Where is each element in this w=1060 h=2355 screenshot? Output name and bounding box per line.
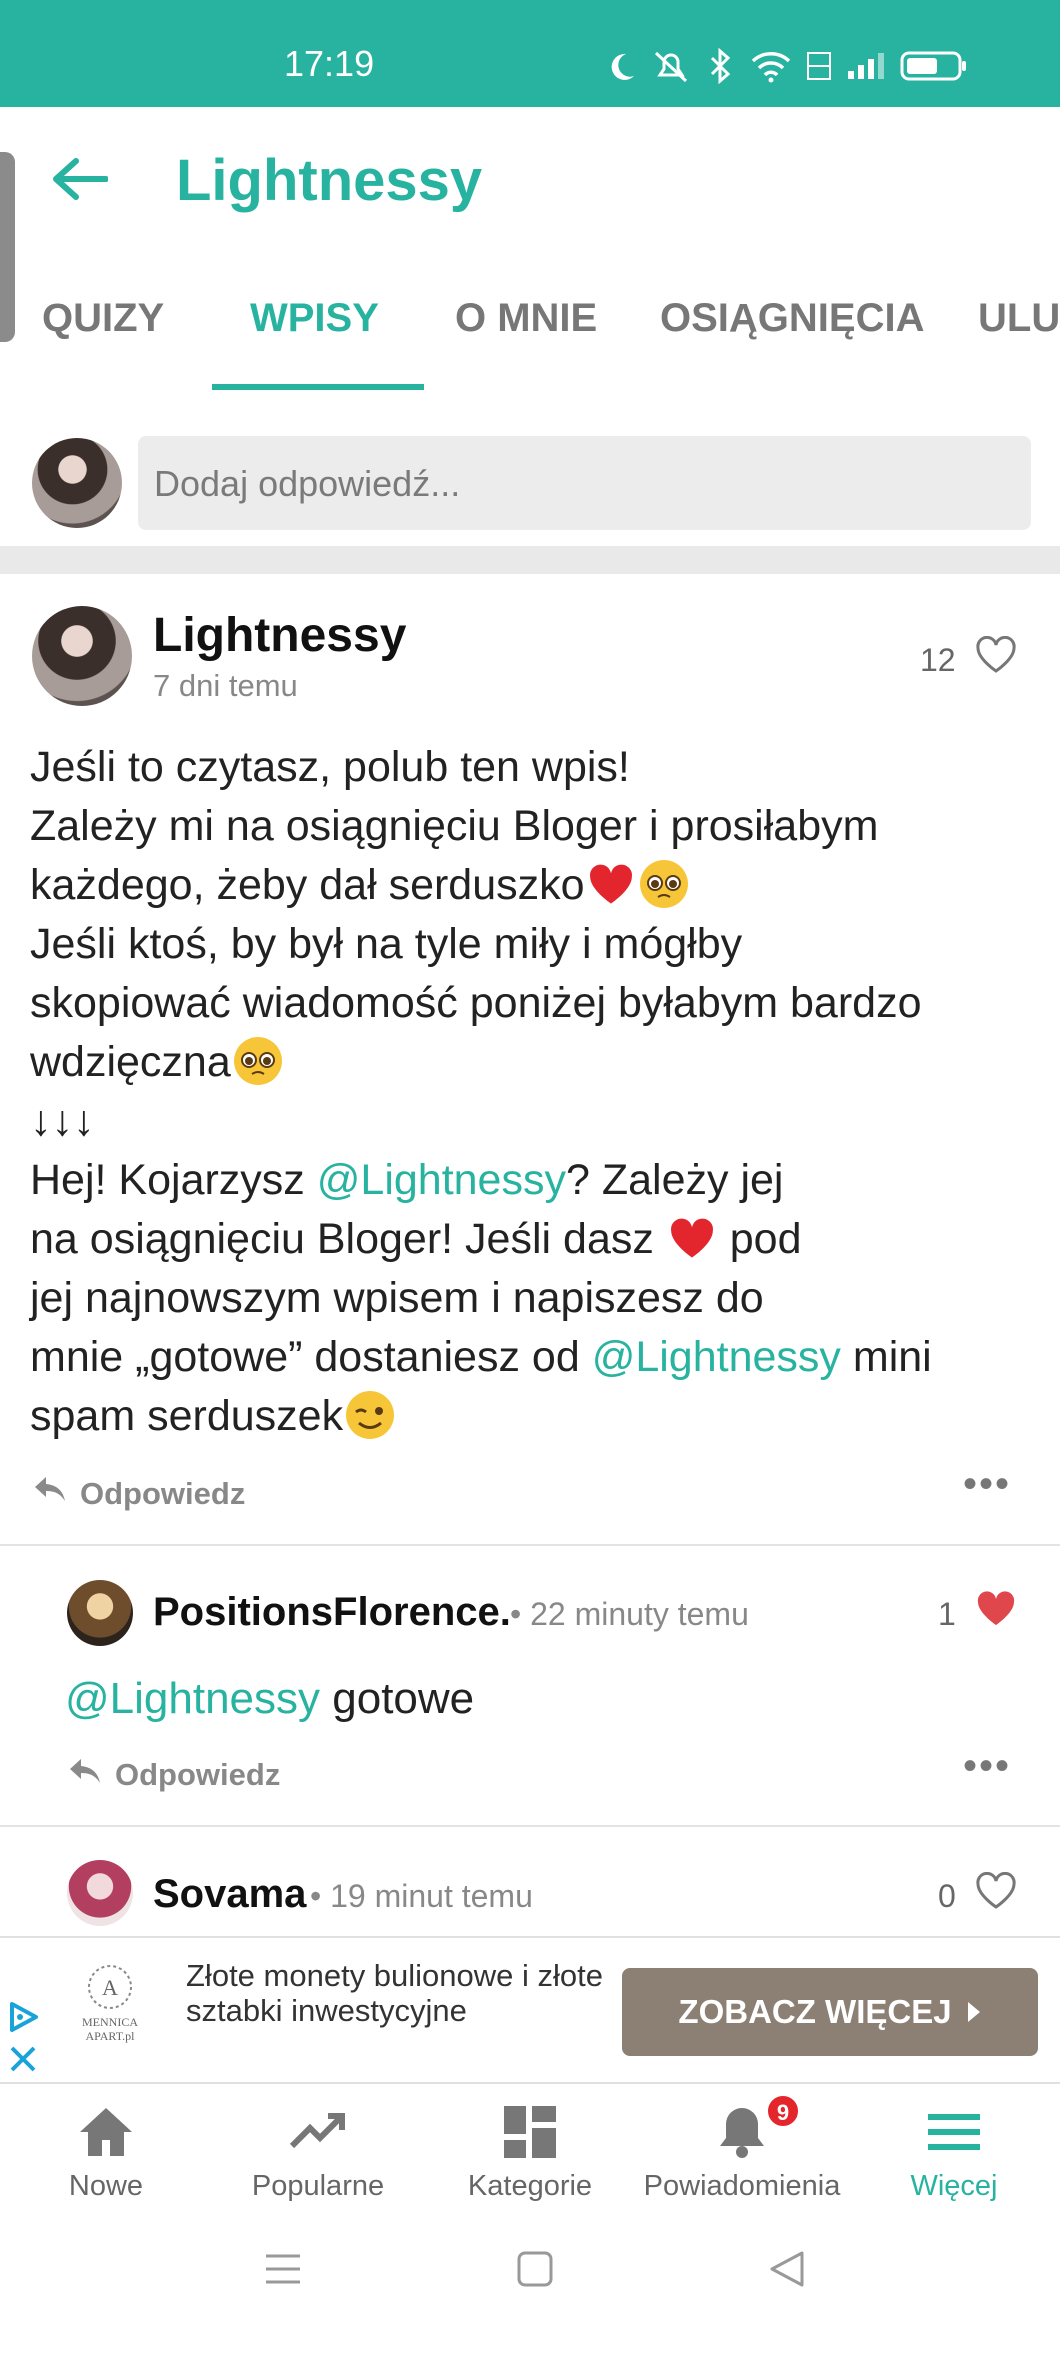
divider	[0, 1825, 1060, 1827]
ad-cta-button[interactable]: ZOBACZ WIĘCEJ	[622, 1968, 1038, 2056]
nav-label: Popularne	[251, 2170, 385, 2202]
active-tab-indicator	[212, 384, 424, 390]
nav-wiecej[interactable]: Więcej	[848, 2086, 1060, 2216]
comment-more-options-icon[interactable]: •••	[963, 1744, 1011, 1789]
heart-emoji	[670, 1218, 713, 1258]
nav-label: Powiadomienia	[643, 2170, 841, 2202]
home-button-icon[interactable]	[516, 2250, 554, 2288]
comment-author-name[interactable]: Sovama	[153, 1872, 306, 1917]
post-line: Hej! Kojarzysz @Lightnessy? Zależy jej	[30, 1156, 784, 1204]
comment-time: • 19 minut temu	[310, 1878, 533, 1914]
home-icon	[80, 2108, 132, 2156]
divider	[0, 1544, 1060, 1546]
post-line: jej najnowszym wpisem i napiszesz do	[30, 1274, 764, 1322]
system-navigation-bar	[0, 2216, 1060, 2355]
comment-time: • 22 minuty temu	[510, 1596, 749, 1632]
comment-like-count: 1	[938, 1596, 956, 1632]
heart-emoji	[589, 864, 632, 904]
post-reply-button[interactable]: Odpowiedz	[80, 1476, 245, 1512]
notification-badge: 9	[766, 2094, 800, 2128]
bottom-navigation: Nowe Popularne Kategorie 9 Powiadomienia…	[0, 2086, 1060, 2216]
avatar[interactable]	[32, 438, 122, 528]
tab-wpisy[interactable]: WPISY	[250, 296, 379, 341]
grid-icon	[504, 2106, 556, 2158]
svg-text:A: A	[102, 1975, 118, 2000]
recent-apps-icon[interactable]	[264, 2252, 302, 2286]
nav-kategorie[interactable]: Kategorie	[424, 2086, 636, 2216]
signal-icon	[848, 53, 884, 79]
tab-quizy[interactable]: QUIZY	[42, 296, 164, 341]
wifi-icon	[751, 52, 791, 83]
mennica-emblem-icon: A	[88, 1965, 132, 2009]
comment-author-avatar[interactable]	[67, 1580, 133, 1646]
comment-author-avatar[interactable]	[67, 1860, 133, 1926]
mute-icon	[654, 51, 688, 83]
post-line: mnie „gotowe” dostaniesz od @Lightnessy …	[30, 1333, 932, 1381]
reply-icon[interactable]	[67, 1756, 103, 1786]
reply-icon[interactable]	[32, 1474, 68, 1504]
nav-label: Nowe	[68, 2170, 144, 2202]
pleading-face-emoji	[639, 860, 688, 908]
tab-osiagniecia[interactable]: OSIĄGNIĘCIA	[660, 296, 924, 341]
ad-banner[interactable]: A MENNICA APART.pl Złote monety bulionow…	[0, 1936, 1060, 2084]
nav-label: Więcej	[910, 2170, 998, 2202]
ad-close-icon[interactable]	[8, 2044, 38, 2074]
winking-face-emoji	[346, 1391, 395, 1439]
comment-author-name[interactable]: PositionsFlorence.	[153, 1590, 511, 1635]
post-line: ↓↓↓	[30, 1097, 95, 1145]
comment-reply-button[interactable]: Odpowiedz	[115, 1757, 280, 1793]
reply-input[interactable]: Dodaj odpowiedź...	[138, 436, 1031, 530]
back-arrow-icon[interactable]	[52, 157, 108, 201]
ad-text[interactable]: Złote monety bulionowe i złote sztabki i…	[186, 1958, 606, 2028]
post-line: Zależy mi na osiągnięciu Bloger i prosił…	[30, 802, 879, 850]
nav-nowe[interactable]: Nowe	[0, 2086, 212, 2216]
section-divider	[0, 546, 1060, 574]
post-line: spam serduszek	[30, 1387, 1040, 1446]
post-body: Jeśli to czytasz, polub ten wpis! Zależy…	[30, 738, 1040, 1446]
post-author-avatar[interactable]	[32, 606, 132, 706]
status-icons	[606, 48, 968, 84]
pleading-face-emoji	[233, 1037, 282, 1085]
heart-outline-icon[interactable]	[975, 1872, 1017, 1910]
mention-link[interactable]: @Lightnessy	[317, 1156, 566, 1204]
post-more-options-icon[interactable]: •••	[963, 1462, 1011, 1507]
post-line: wdzięczna	[30, 1033, 1040, 1092]
tab-o-mnie[interactable]: O MNIE	[455, 296, 597, 341]
trending-icon	[289, 2113, 345, 2149]
tab-ulubione[interactable]: ULU	[978, 296, 1060, 341]
menu-icon	[928, 2114, 980, 2150]
post-line: każdego, żeby dał serduszko	[30, 856, 1040, 915]
heart-filled-icon[interactable]	[975, 1590, 1017, 1628]
mennica-wordmark: MENNICA APART.pl	[82, 2015, 138, 2043]
post-date: 7 dni temu	[153, 668, 298, 703]
profile-tabs: QUIZY WPISY O MNIE OSIĄGNIĘCIA ULU	[0, 270, 1060, 390]
mention-link[interactable]: @Lightnessy	[65, 1674, 320, 1723]
post-like-count: 12	[920, 642, 956, 678]
play-arrow-icon	[967, 2002, 980, 2022]
mennica-logo: A MENNICA APART.pl	[70, 1962, 150, 2062]
status-bar: 17:19	[0, 0, 1060, 107]
comment-like-count: 0	[938, 1878, 956, 1914]
battery-icon	[900, 51, 966, 81]
post-line: Jeśli to czytasz, polub ten wpis!	[30, 743, 630, 791]
nav-popularne[interactable]: Popularne	[212, 2086, 424, 2216]
status-time: 17:19	[284, 43, 375, 84]
post-author-name[interactable]: Lightnessy	[153, 608, 406, 663]
bell-icon	[720, 2108, 764, 2158]
nav-label: Kategorie	[467, 2170, 593, 2202]
nav-powiadomienia[interactable]: 9 Powiadomienia	[636, 2086, 848, 2216]
post-line: na osiągnięciu Bloger! Jeśli dasz pod	[30, 1215, 802, 1263]
mention-link[interactable]: @Lightnessy	[592, 1333, 841, 1381]
post-line: skopiować wiadomość poniżej byłabym bard…	[30, 979, 922, 1027]
post-line: Jeśli ktoś, by był na tyle miły i mógłby	[30, 920, 743, 968]
bluetooth-icon	[710, 48, 731, 84]
moon-icon	[611, 53, 634, 80]
page-title: Lightnessy	[176, 148, 483, 213]
volte-icon	[807, 52, 831, 80]
back-button-icon[interactable]	[768, 2250, 806, 2288]
app-header: Lightnessy	[0, 107, 1060, 227]
adchoices-icon[interactable]	[6, 2000, 42, 2034]
comment-text: @Lightnessy gotowe	[65, 1674, 475, 1723]
heart-outline-icon[interactable]	[975, 636, 1017, 674]
